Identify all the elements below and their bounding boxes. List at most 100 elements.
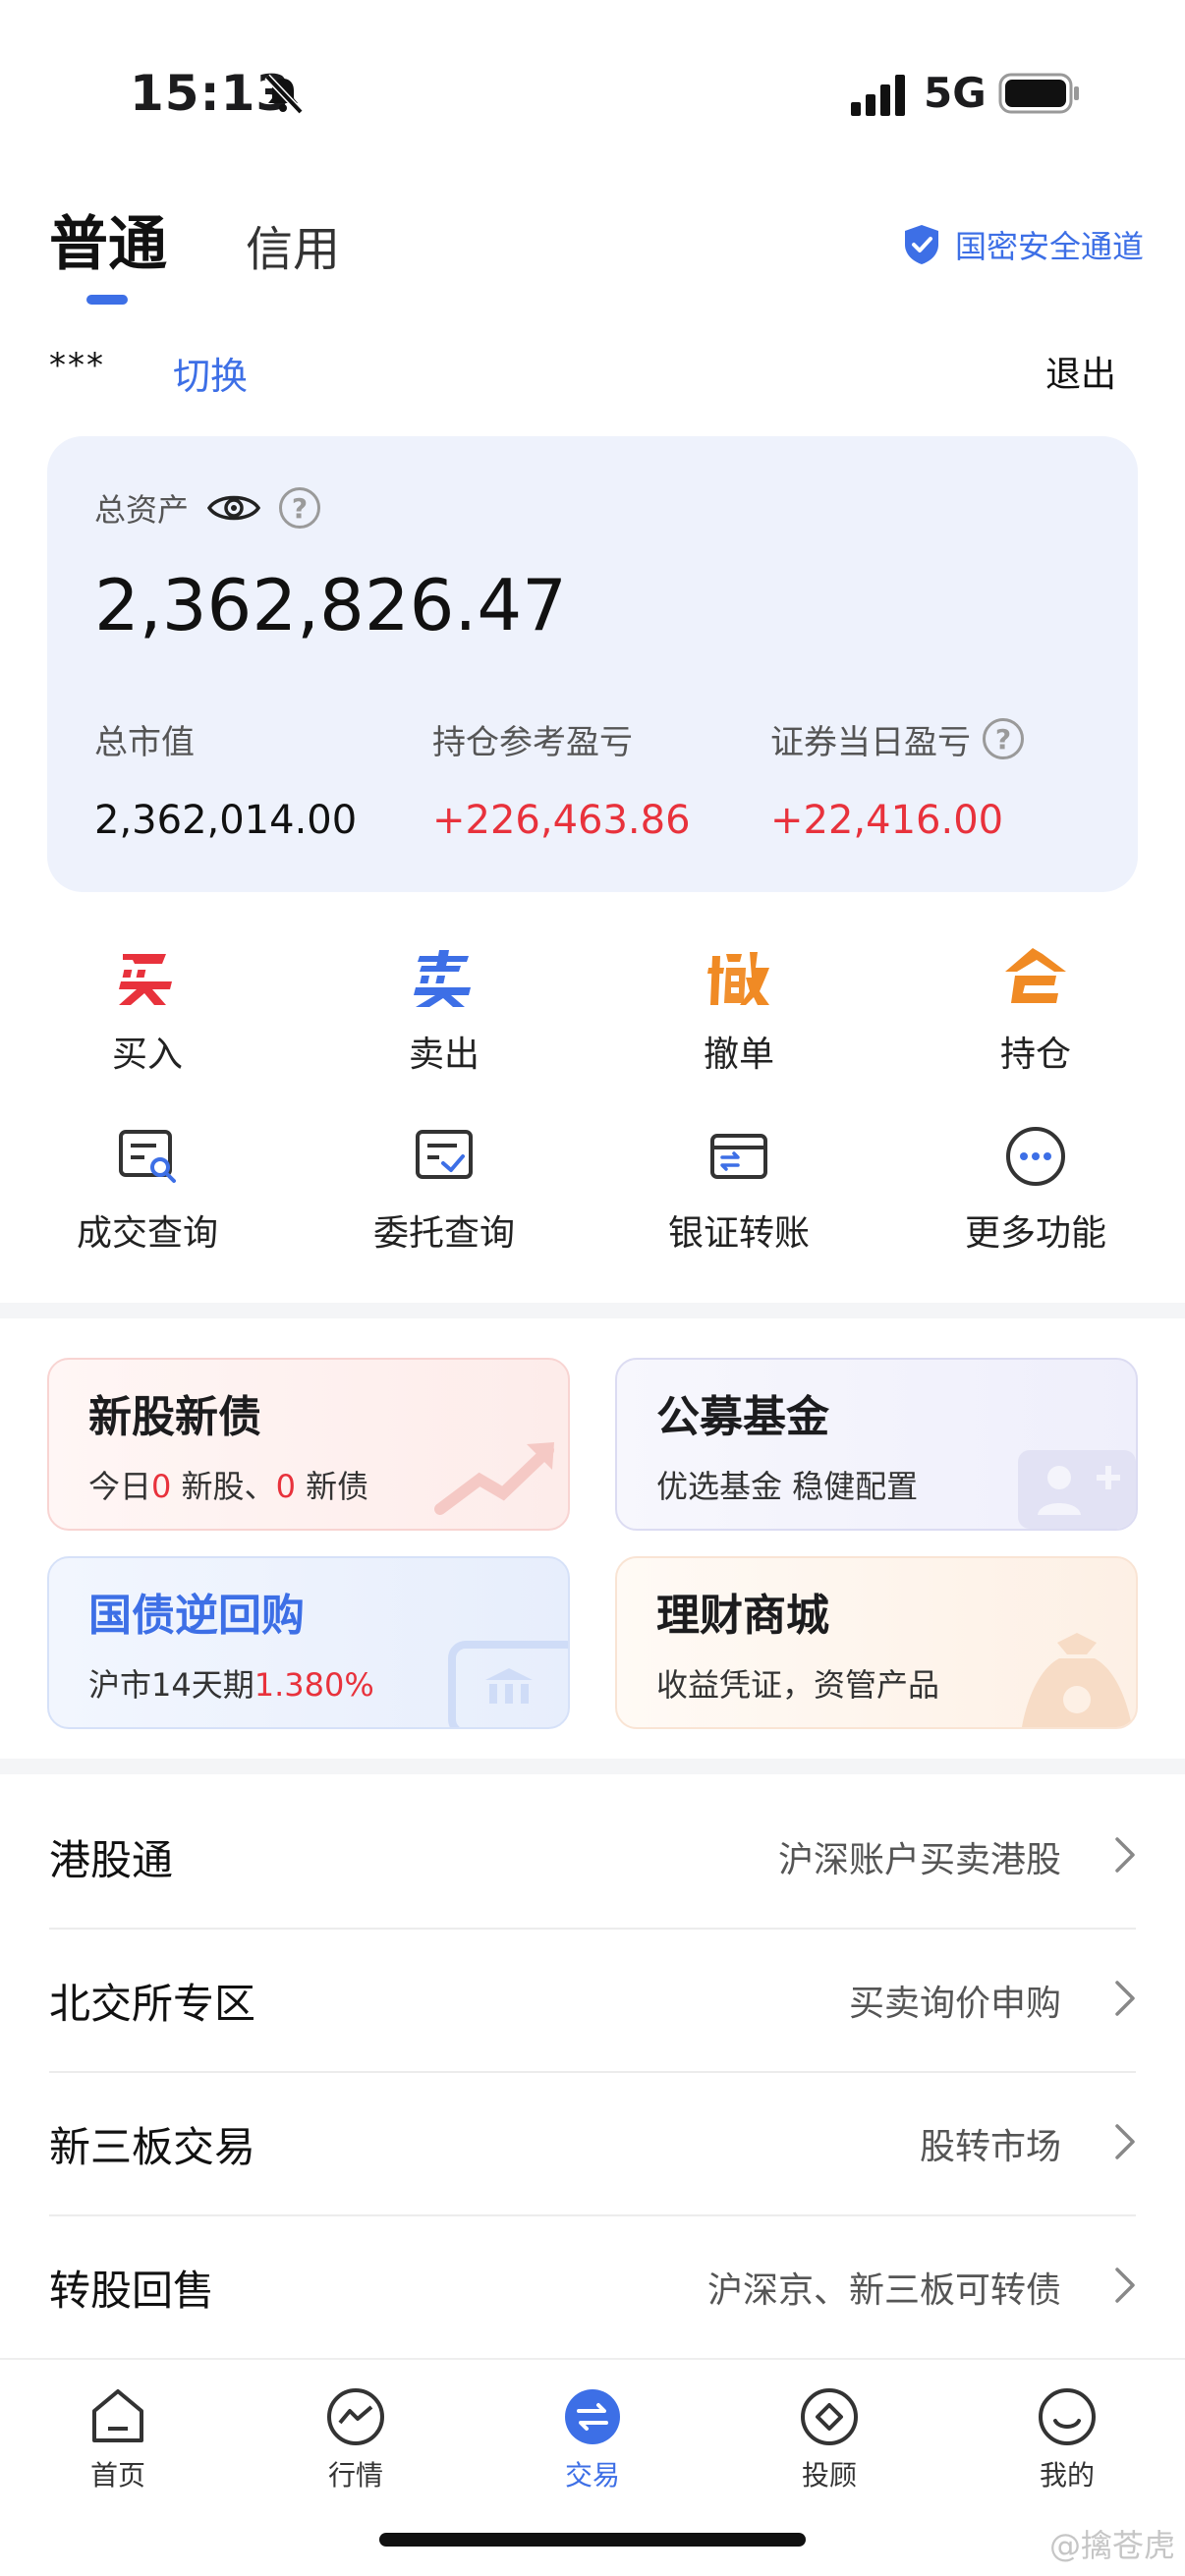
tab-credit[interactable]: 信用 <box>246 210 340 279</box>
order-query-button[interactable]: 委托查询 <box>336 1122 552 1256</box>
list-item-hk-connect[interactable]: 港股通 沪深账户买卖港股 <box>0 1786 1185 1930</box>
list-item-neeq-trading[interactable]: 新三板交易 股转市场 <box>0 2073 1185 2216</box>
section-divider <box>0 1759 1185 1774</box>
positions-icon <box>928 943 1144 1012</box>
status-bar: 15:13 5G <box>0 0 1185 187</box>
nav-advisor[interactable]: 投顾 <box>751 2385 908 2493</box>
nav-trade-label: 交易 <box>564 2459 620 2492</box>
list-item-label: 转股回售 <box>49 2267 215 2315</box>
sell-button[interactable]: 卖出 <box>336 943 552 1077</box>
user-add-icon <box>1018 1450 1136 1529</box>
total-assets-value: 2,362,826.47 <box>94 564 567 646</box>
eye-icon[interactable] <box>206 488 261 528</box>
ipo-bond-card[interactable]: 新股新债 今日0 新股、0 新债 <box>47 1358 570 1531</box>
buy-icon <box>39 943 255 1012</box>
list-item-desc: 股转市场 <box>919 2127 1061 2167</box>
ipo-bond-title: 新股新债 <box>88 1392 261 1442</box>
cancel-order-button[interactable]: 撤单 <box>631 943 847 1077</box>
daily-pnl-col: 证券当日盈亏 ? +22,416.00 <box>770 717 1024 843</box>
tab-active-indicator <box>86 295 128 305</box>
list-item-bse-zone[interactable]: 北交所专区 买卖询价申购 <box>0 1930 1185 2073</box>
treasury-repo-subtitle: 沪市14天期1.380% <box>88 1666 374 1704</box>
trend-up-icon <box>434 1442 554 1515</box>
order-query-icon <box>416 1130 473 1179</box>
nav-profile[interactable]: 我的 <box>988 2385 1146 2493</box>
position-pnl-label: 持仓参考盈亏 <box>432 722 633 762</box>
daily-pnl-value: +22,416.00 <box>770 798 1004 843</box>
wealth-mall-subtitle: 收益凭证，资管产品 <box>656 1666 940 1704</box>
nav-trade[interactable]: 交易 <box>514 2385 671 2493</box>
account-masked: *** <box>49 346 105 385</box>
trade-query-button[interactable]: 成交查询 <box>39 1122 255 1256</box>
nav-market[interactable]: 行情 <box>277 2385 434 2493</box>
asset-card: 总资产 ? 2,362,826.47 总市值 2,362,014.00 持仓参考… <box>47 436 1138 892</box>
daily-pnl-label: 证券当日盈亏 <box>770 722 971 762</box>
market-value-label: 总市值 <box>94 722 195 762</box>
cancel-order-label: 撤单 <box>703 1035 774 1075</box>
positions-button[interactable]: 持仓 <box>928 943 1144 1077</box>
treasury-repo-title: 国债逆回购 <box>88 1591 305 1641</box>
market-value-col: 总市值 2,362,014.00 <box>94 717 357 844</box>
secure-channel[interactable]: 国密安全通道 <box>902 222 1144 267</box>
wealth-mall-card[interactable]: 理财商城 收益凭证，资管产品 <box>615 1556 1138 1729</box>
battery-icon <box>998 73 1079 114</box>
cancel-order-icon <box>631 943 847 1012</box>
more-icon <box>1006 1127 1065 1186</box>
wealth-mall-title: 理财商城 <box>656 1591 829 1641</box>
order-query-label: 委托查询 <box>372 1213 515 1254</box>
position-pnl-value: +226,463.86 <box>432 798 691 843</box>
switch-account-link[interactable]: 切换 <box>173 346 248 400</box>
chevron-right-icon <box>1115 2124 1135 2159</box>
logout-link[interactable]: 退出 <box>1045 346 1116 397</box>
tab-normal[interactable]: 普通 <box>49 196 167 282</box>
sell-icon <box>336 943 552 1012</box>
nav-market-label: 行情 <box>327 2459 383 2492</box>
market-icon <box>327 2388 384 2445</box>
bank-transfer-icon <box>710 1134 767 1179</box>
treasury-repo-card[interactable]: 国债逆回购 沪市14天期1.380% <box>47 1556 570 1729</box>
trade-query-label: 成交查询 <box>76 1213 218 1254</box>
list-item-conversion-putback[interactable]: 转股回售 沪深京、新三板可转债 <box>0 2216 1185 2360</box>
watermark: @擒苍虎 <box>1048 2527 1175 2564</box>
help-icon[interactable]: ? <box>279 487 321 529</box>
nav-home[interactable]: 首页 <box>39 2385 197 2493</box>
chevron-right-icon <box>1115 1981 1135 2016</box>
nav-advisor-label: 投顾 <box>801 2459 857 2492</box>
sell-label: 卖出 <box>408 1035 480 1075</box>
more-functions-label: 更多功能 <box>964 1213 1106 1254</box>
secure-channel-label: 国密安全通道 <box>954 228 1144 265</box>
ipo-bond-subtitle: 今日0 新股、0 新债 <box>88 1468 369 1505</box>
bank-transfer-label: 银证转账 <box>667 1213 810 1254</box>
chevron-right-icon <box>1115 1837 1135 1873</box>
more-functions-button[interactable]: 更多功能 <box>928 1122 1144 1256</box>
public-fund-title: 公募基金 <box>656 1392 829 1442</box>
bell-muted-icon <box>264 74 304 115</box>
home-icon <box>92 2389 143 2442</box>
network-label: 5G <box>924 69 987 117</box>
trade-icon <box>565 2389 620 2444</box>
positions-label: 持仓 <box>999 1035 1071 1075</box>
chevron-right-icon <box>1115 2268 1135 2303</box>
section-divider <box>0 1303 1185 1318</box>
daily-pnl-help-icon[interactable]: ? <box>983 718 1024 759</box>
profile-icon <box>1039 2388 1096 2445</box>
advisor-icon <box>801 2388 858 2445</box>
bank-transfer-button[interactable]: 银证转账 <box>631 1122 847 1256</box>
public-fund-card[interactable]: 公募基金 优选基金 稳健配置 <box>615 1358 1138 1531</box>
public-fund-subtitle: 优选基金 稳健配置 <box>656 1468 919 1505</box>
home-indicator <box>379 2533 806 2547</box>
bank-ticket-icon <box>448 1641 568 1727</box>
list-item-desc: 沪深京、新三板可转债 <box>706 2270 1061 2311</box>
list-item-desc: 沪深账户买卖港股 <box>777 1840 1061 1880</box>
list-item-label: 北交所专区 <box>49 1980 256 2028</box>
buy-button[interactable]: 买入 <box>39 943 255 1077</box>
position-pnl-col: 持仓参考盈亏 +226,463.86 <box>432 717 691 844</box>
list-item-desc: 买卖询价申购 <box>848 1984 1061 2024</box>
total-assets-label: 总资产 <box>94 491 190 529</box>
shield-icon <box>904 225 938 264</box>
nav-home-label: 首页 <box>89 2459 145 2492</box>
money-bag-icon <box>1022 1633 1132 1727</box>
list-item-label: 港股通 <box>49 1836 174 1884</box>
list-item-label: 新三板交易 <box>49 2123 256 2171</box>
trade-query-icon <box>119 1130 176 1183</box>
